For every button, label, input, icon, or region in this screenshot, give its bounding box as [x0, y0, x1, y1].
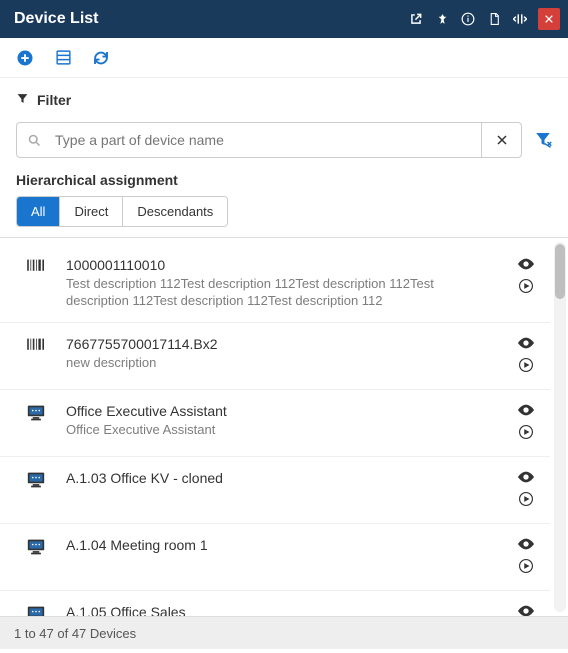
- refresh-icon[interactable]: [92, 49, 110, 67]
- play-icon[interactable]: [519, 279, 533, 296]
- device-type-icon: [18, 256, 54, 274]
- device-name: 1000001110010: [66, 256, 500, 274]
- device-description: Office Executive Assistant: [66, 422, 500, 439]
- page-title: Device List: [14, 10, 98, 28]
- view-icon[interactable]: [518, 258, 534, 273]
- device-row[interactable]: A.1.03 Office KV - cloned: [0, 456, 550, 523]
- device-actions: [512, 256, 540, 298]
- footer: 1 to 47 of 47 Devices: [0, 616, 568, 649]
- view-icon[interactable]: [518, 337, 534, 352]
- export-pdf-icon[interactable]: [486, 11, 502, 27]
- filter-header: Filter: [16, 92, 552, 108]
- view-icon[interactable]: [518, 605, 534, 616]
- search-input[interactable]: [51, 123, 481, 157]
- device-type-icon: [18, 536, 54, 556]
- search-group: [16, 122, 522, 158]
- device-type-icon: [18, 402, 54, 422]
- device-description: new description: [66, 355, 500, 372]
- device-list: 1000001110010 Test description 112Test de…: [0, 244, 568, 616]
- device-row[interactable]: 7667755700017114.Bx2 new description: [0, 322, 550, 389]
- device-actions: [512, 402, 540, 444]
- scrollbar[interactable]: [554, 242, 566, 612]
- device-row[interactable]: 1000001110010 Test description 112Test de…: [0, 244, 550, 322]
- titlebar: Device List: [0, 0, 568, 38]
- segment-all[interactable]: All: [17, 197, 59, 226]
- clear-search-icon[interactable]: [481, 123, 521, 157]
- device-type-icon: [18, 335, 54, 353]
- device-actions: [512, 335, 540, 377]
- device-row[interactable]: A.1.04 Meeting room 1: [0, 523, 550, 590]
- device-text: A.1.05 Office Sales: [66, 603, 500, 616]
- device-text: Office Executive Assistant Office Executi…: [66, 402, 500, 439]
- filter-icon: [16, 92, 29, 108]
- reset-filter-icon[interactable]: [534, 130, 552, 151]
- device-name: Office Executive Assistant: [66, 402, 500, 420]
- device-actions: [512, 603, 540, 616]
- device-actions: [512, 469, 540, 511]
- device-row[interactable]: Office Executive Assistant Office Executi…: [0, 389, 550, 456]
- hierarchical-label: Hierarchical assignment: [16, 172, 552, 188]
- device-text: A.1.04 Meeting room 1: [66, 536, 500, 554]
- device-text: 1000001110010 Test description 112Test de…: [66, 256, 500, 310]
- filter-label: Filter: [37, 92, 71, 108]
- search-icon: [17, 123, 51, 157]
- play-icon[interactable]: [519, 358, 533, 375]
- device-actions: [512, 536, 540, 578]
- device-row[interactable]: A.1.05 Office Sales: [0, 590, 550, 616]
- device-name: A.1.03 Office KV - cloned: [66, 469, 500, 487]
- titlebar-actions: [408, 8, 560, 30]
- add-icon[interactable]: [16, 49, 34, 67]
- info-icon[interactable]: [460, 11, 476, 27]
- filter-section: Filter Hierarchical assignment All Direc…: [0, 78, 568, 237]
- device-name: A.1.04 Meeting room 1: [66, 536, 500, 554]
- play-icon[interactable]: [519, 492, 533, 509]
- pagination-text: 1 to 47 of 47 Devices: [14, 626, 136, 641]
- external-window-icon[interactable]: [408, 11, 424, 27]
- device-list-wrap: 1000001110010 Test description 112Test de…: [0, 237, 568, 616]
- scrollbar-thumb[interactable]: [555, 244, 565, 299]
- segment-descendants[interactable]: Descendants: [122, 197, 227, 226]
- play-icon[interactable]: [519, 559, 533, 576]
- view-icon[interactable]: [518, 538, 534, 553]
- search-row: [16, 122, 552, 158]
- view-icon[interactable]: [518, 404, 534, 419]
- view-icon[interactable]: [518, 471, 534, 486]
- device-text: 7667755700017114.Bx2 new description: [66, 335, 500, 372]
- pin-icon[interactable]: [434, 11, 450, 27]
- close-icon[interactable]: [538, 8, 560, 30]
- dock-icon[interactable]: [512, 11, 528, 27]
- hierarchical-segment: All Direct Descendants: [16, 196, 228, 227]
- device-type-icon: [18, 469, 54, 489]
- list-view-icon[interactable]: [54, 49, 72, 67]
- segment-direct[interactable]: Direct: [59, 197, 122, 226]
- device-description: Test description 112Test description 112…: [66, 276, 500, 310]
- device-name: 7667755700017114.Bx2: [66, 335, 500, 353]
- device-name: A.1.05 Office Sales: [66, 603, 500, 616]
- play-icon[interactable]: [519, 425, 533, 442]
- toolbar: [0, 38, 568, 78]
- device-text: A.1.03 Office KV - cloned: [66, 469, 500, 487]
- device-type-icon: [18, 603, 54, 616]
